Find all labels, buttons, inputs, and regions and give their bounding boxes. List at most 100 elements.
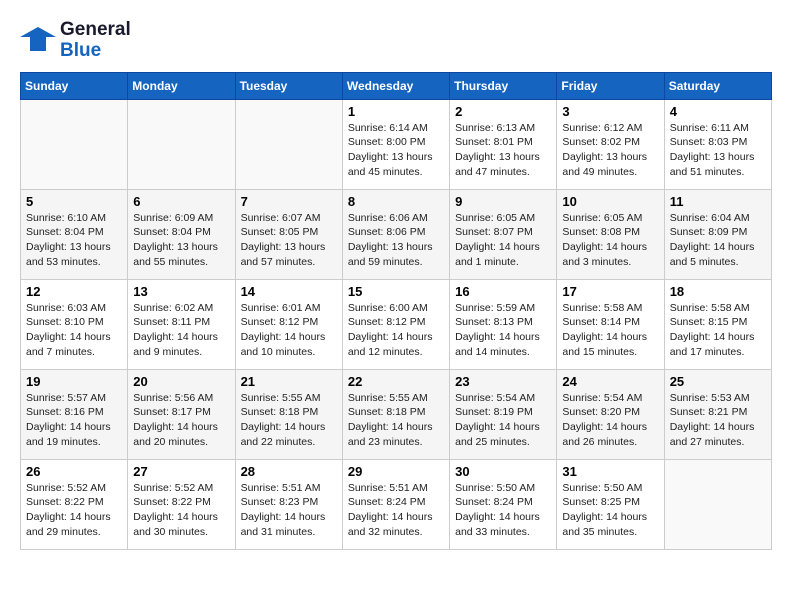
calendar-cell: 5 Sunrise: 6:10 AM Sunset: 8:04 PM Daylig… <box>21 189 128 279</box>
calendar-cell: 12Sunrise: 6:03 AM Sunset: 8:10 PM Dayli… <box>21 279 128 369</box>
day-number: 7 <box>241 194 337 209</box>
calendar-cell: 19Sunrise: 5:57 AM Sunset: 8:16 PM Dayli… <box>21 369 128 459</box>
calendar-week-row: 26 Sunrise: 5:52 AM Sunset: 8:22 PM Dayli… <box>21 459 772 549</box>
day-number: 25 <box>670 374 766 389</box>
calendar-week-row: 1Sunrise: 6:14 AM Sunset: 8:00 PM Daylig… <box>21 99 772 189</box>
calendar-cell <box>128 99 235 189</box>
calendar-cell: 11Sunrise: 6:04 AM Sunset: 8:09 PM Dayli… <box>664 189 771 279</box>
calendar-cell: 29 Sunrise: 5:51 AM Sunset: 8:24 PM Dayli… <box>342 459 449 549</box>
day-number: 24 <box>562 374 658 389</box>
calendar-table: SundayMondayTuesdayWednesdayThursdayFrid… <box>20 72 772 550</box>
calendar-cell: 16 Sunrise: 5:59 AM Sunset: 8:13 PM Dayli… <box>450 279 557 369</box>
day-info: Sunrise: 5:54 AM Sunset: 8:20 PM Dayligh… <box>562 391 658 450</box>
day-number: 16 <box>455 284 551 299</box>
day-number: 21 <box>241 374 337 389</box>
logo-icon <box>20 23 56 59</box>
day-number: 29 <box>348 464 444 479</box>
day-info: Sunrise: 5:50 AM Sunset: 8:24 PM Dayligh… <box>455 481 551 540</box>
calendar-cell <box>664 459 771 549</box>
day-number: 13 <box>133 284 229 299</box>
day-header-thursday: Thursday <box>450 72 557 99</box>
calendar-week-row: 19Sunrise: 5:57 AM Sunset: 8:16 PM Dayli… <box>21 369 772 459</box>
day-number: 10 <box>562 194 658 209</box>
day-info: Sunrise: 5:52 AM Sunset: 8:22 PM Dayligh… <box>26 481 122 540</box>
day-header-sunday: Sunday <box>21 72 128 99</box>
day-info: Sunrise: 6:05 AM Sunset: 8:08 PM Dayligh… <box>562 211 658 270</box>
day-info: Sunrise: 5:55 AM Sunset: 8:18 PM Dayligh… <box>241 391 337 450</box>
calendar-cell: 24 Sunrise: 5:54 AM Sunset: 8:20 PM Dayli… <box>557 369 664 459</box>
day-header-tuesday: Tuesday <box>235 72 342 99</box>
calendar-cell: 21 Sunrise: 5:55 AM Sunset: 8:18 PM Dayli… <box>235 369 342 459</box>
day-info: Sunrise: 6:11 AM Sunset: 8:03 PM Dayligh… <box>670 121 766 180</box>
day-info: Sunrise: 5:51 AM Sunset: 8:24 PM Dayligh… <box>348 481 444 540</box>
day-info: Sunrise: 5:53 AM Sunset: 8:21 PM Dayligh… <box>670 391 766 450</box>
calendar-week-row: 5 Sunrise: 6:10 AM Sunset: 8:04 PM Daylig… <box>21 189 772 279</box>
calendar-cell: 28Sunrise: 5:51 AM Sunset: 8:23 PM Dayli… <box>235 459 342 549</box>
calendar-cell: 6 Sunrise: 6:09 AM Sunset: 8:04 PM Daylig… <box>128 189 235 279</box>
day-info: Sunrise: 5:50 AM Sunset: 8:25 PM Dayligh… <box>562 481 658 540</box>
logo: GeneralBlue <box>20 20 131 62</box>
calendar-cell: 10 Sunrise: 6:05 AM Sunset: 8:08 PM Dayli… <box>557 189 664 279</box>
day-number: 2 <box>455 104 551 119</box>
day-info: Sunrise: 6:13 AM Sunset: 8:01 PM Dayligh… <box>455 121 551 180</box>
day-number: 31 <box>562 464 658 479</box>
calendar-cell: 17 Sunrise: 5:58 AM Sunset: 8:14 PM Dayli… <box>557 279 664 369</box>
day-number: 18 <box>670 284 766 299</box>
day-header-wednesday: Wednesday <box>342 72 449 99</box>
calendar-cell <box>21 99 128 189</box>
day-number: 28 <box>241 464 337 479</box>
day-info: Sunrise: 5:54 AM Sunset: 8:19 PM Dayligh… <box>455 391 551 450</box>
calendar-cell: 9 Sunrise: 6:05 AM Sunset: 8:07 PM Daylig… <box>450 189 557 279</box>
day-header-monday: Monday <box>128 72 235 99</box>
day-info: Sunrise: 6:04 AM Sunset: 8:09 PM Dayligh… <box>670 211 766 270</box>
calendar-cell: 1Sunrise: 6:14 AM Sunset: 8:00 PM Daylig… <box>342 99 449 189</box>
day-info: Sunrise: 5:58 AM Sunset: 8:15 PM Dayligh… <box>670 301 766 360</box>
day-info: Sunrise: 6:14 AM Sunset: 8:00 PM Dayligh… <box>348 121 444 180</box>
calendar-cell <box>235 99 342 189</box>
day-info: Sunrise: 5:59 AM Sunset: 8:13 PM Dayligh… <box>455 301 551 360</box>
calendar-cell: 20Sunrise: 5:56 AM Sunset: 8:17 PM Dayli… <box>128 369 235 459</box>
day-header-saturday: Saturday <box>664 72 771 99</box>
day-number: 27 <box>133 464 229 479</box>
calendar-cell: 14 Sunrise: 6:01 AM Sunset: 8:12 PM Dayli… <box>235 279 342 369</box>
calendar-cell: 2 Sunrise: 6:13 AM Sunset: 8:01 PM Daylig… <box>450 99 557 189</box>
day-number: 9 <box>455 194 551 209</box>
day-info: Sunrise: 6:01 AM Sunset: 8:12 PM Dayligh… <box>241 301 337 360</box>
page-header: GeneralBlue <box>20 20 772 62</box>
calendar-week-row: 12Sunrise: 6:03 AM Sunset: 8:10 PM Dayli… <box>21 279 772 369</box>
calendar-cell: 22Sunrise: 5:55 AM Sunset: 8:18 PM Dayli… <box>342 369 449 459</box>
day-number: 15 <box>348 284 444 299</box>
day-info: Sunrise: 5:55 AM Sunset: 8:18 PM Dayligh… <box>348 391 444 450</box>
calendar-cell: 23 Sunrise: 5:54 AM Sunset: 8:19 PM Dayli… <box>450 369 557 459</box>
day-info: Sunrise: 6:10 AM Sunset: 8:04 PM Dayligh… <box>26 211 122 270</box>
calendar-header-row: SundayMondayTuesdayWednesdayThursdayFrid… <box>21 72 772 99</box>
day-info: Sunrise: 6:07 AM Sunset: 8:05 PM Dayligh… <box>241 211 337 270</box>
day-info: Sunrise: 6:09 AM Sunset: 8:04 PM Dayligh… <box>133 211 229 270</box>
calendar-cell: 27 Sunrise: 5:52 AM Sunset: 8:22 PM Dayli… <box>128 459 235 549</box>
day-info: Sunrise: 6:12 AM Sunset: 8:02 PM Dayligh… <box>562 121 658 180</box>
day-info: Sunrise: 6:05 AM Sunset: 8:07 PM Dayligh… <box>455 211 551 270</box>
calendar-cell: 7 Sunrise: 6:07 AM Sunset: 8:05 PM Daylig… <box>235 189 342 279</box>
day-number: 6 <box>133 194 229 209</box>
day-number: 8 <box>348 194 444 209</box>
day-number: 26 <box>26 464 122 479</box>
day-number: 30 <box>455 464 551 479</box>
day-info: Sunrise: 6:00 AM Sunset: 8:12 PM Dayligh… <box>348 301 444 360</box>
calendar-cell: 26 Sunrise: 5:52 AM Sunset: 8:22 PM Dayli… <box>21 459 128 549</box>
calendar-cell: 18 Sunrise: 5:58 AM Sunset: 8:15 PM Dayli… <box>664 279 771 369</box>
day-number: 14 <box>241 284 337 299</box>
calendar-cell: 15 Sunrise: 6:00 AM Sunset: 8:12 PM Dayli… <box>342 279 449 369</box>
calendar-cell: 25 Sunrise: 5:53 AM Sunset: 8:21 PM Dayli… <box>664 369 771 459</box>
day-info: Sunrise: 5:56 AM Sunset: 8:17 PM Dayligh… <box>133 391 229 450</box>
logo-general: General <box>60 20 131 41</box>
day-info: Sunrise: 5:52 AM Sunset: 8:22 PM Dayligh… <box>133 481 229 540</box>
day-info: Sunrise: 5:58 AM Sunset: 8:14 PM Dayligh… <box>562 301 658 360</box>
day-number: 4 <box>670 104 766 119</box>
logo-blue: Blue <box>60 41 131 62</box>
day-info: Sunrise: 5:57 AM Sunset: 8:16 PM Dayligh… <box>26 391 122 450</box>
day-number: 17 <box>562 284 658 299</box>
day-info: Sunrise: 6:03 AM Sunset: 8:10 PM Dayligh… <box>26 301 122 360</box>
calendar-cell: 30 Sunrise: 5:50 AM Sunset: 8:24 PM Dayli… <box>450 459 557 549</box>
day-number: 23 <box>455 374 551 389</box>
day-number: 5 <box>26 194 122 209</box>
